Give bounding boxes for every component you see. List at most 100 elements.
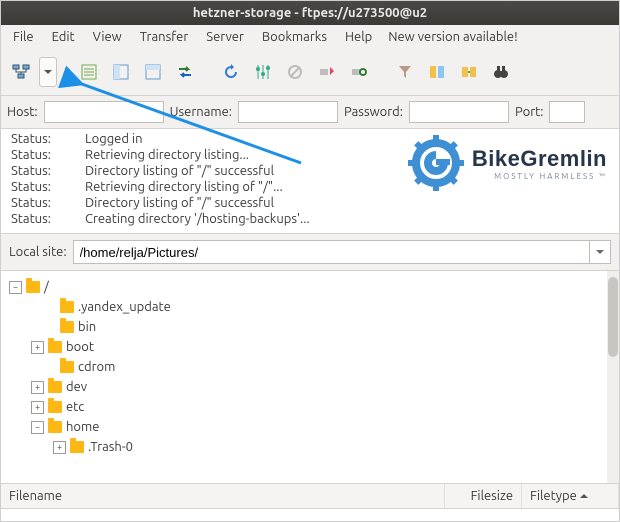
local-site-combo[interactable] — [73, 240, 611, 264]
tree-node[interactable]: dev — [66, 377, 87, 397]
tree-node[interactable]: .Trash-0 — [88, 437, 133, 457]
log-label: Status: — [11, 179, 85, 195]
expand-toggle[interactable]: − — [9, 281, 22, 294]
log-label: Status: — [11, 163, 85, 179]
tree-node[interactable]: .yandex_update — [78, 297, 171, 317]
expand-toggle[interactable]: + — [31, 401, 44, 414]
disconnect-icon — [318, 63, 336, 81]
tree-node[interactable]: cdrom — [78, 357, 115, 377]
port-label: Port: — [515, 105, 543, 119]
site-manager-button[interactable] — [7, 58, 35, 86]
folder-icon — [60, 321, 74, 333]
expand-toggle[interactable]: + — [31, 381, 44, 394]
local-site-bar: Local site: — [1, 234, 619, 270]
toggle-remote-tree-button[interactable] — [139, 58, 167, 86]
folder-icon — [70, 441, 84, 453]
scrollbar-thumb[interactable] — [608, 277, 618, 357]
folder-icon — [60, 361, 74, 373]
toggle-queue-button[interactable] — [171, 58, 199, 86]
menu-edit[interactable]: Edit — [44, 28, 83, 46]
sync-browse-button[interactable] — [455, 58, 483, 86]
directory-compare-button[interactable] — [423, 58, 451, 86]
host-input[interactable] — [44, 101, 164, 123]
title-bar: hetzner-storage - ftpes://u273500@u2 — [1, 1, 619, 25]
username-input[interactable] — [238, 101, 338, 123]
toggle-log-button[interactable] — [75, 58, 103, 86]
expand-spacer — [45, 362, 56, 373]
menu-file[interactable]: File — [5, 28, 42, 46]
column-filetype[interactable]: Filetype — [522, 484, 619, 508]
log-line: Directory listing of "/" successful — [85, 195, 274, 211]
window-title: hetzner-storage - ftpes://u273500@u2 — [193, 6, 427, 20]
brand-watermark: BikeGremlin MOSTLY HARMLESS ™ — [408, 135, 607, 191]
reconnect-button[interactable] — [345, 58, 373, 86]
menu-bookmarks[interactable]: Bookmarks — [254, 28, 335, 46]
port-input[interactable] — [549, 101, 585, 123]
refresh-icon — [222, 63, 240, 81]
menu-view[interactable]: View — [85, 28, 130, 46]
log-label: Status: — [11, 195, 85, 211]
tree-node[interactable]: bin — [78, 317, 96, 337]
log-line: Directory listing of "/" successful — [85, 163, 274, 179]
tree-scrollbar[interactable] — [607, 271, 619, 483]
menu-server[interactable]: Server — [198, 28, 252, 46]
compare-icon — [428, 63, 446, 81]
brand-tagline: MOSTLY HARMLESS ™ — [472, 172, 607, 181]
new-version-notice[interactable]: New version available! — [388, 30, 517, 44]
reconnect-icon — [350, 63, 368, 81]
toggle-local-tree-button[interactable] — [107, 58, 135, 86]
process-queue-button[interactable] — [249, 58, 277, 86]
column-filetype-label: Filetype — [530, 489, 577, 503]
filelist-row[interactable] — [1, 509, 619, 522]
folder-icon — [48, 421, 62, 433]
folder-icon — [48, 341, 62, 353]
filelist-header: Filename Filesize Filetype — [1, 484, 619, 509]
password-input[interactable] — [409, 101, 509, 123]
filter-button[interactable] — [391, 58, 419, 86]
menu-bar: File Edit View Transfer Server Bookmarks… — [1, 25, 619, 49]
refresh-button[interactable] — [217, 58, 245, 86]
log-label: Status: — [11, 147, 85, 163]
folder-icon — [48, 381, 62, 393]
tree-node-root[interactable]: / — [44, 277, 49, 297]
log-line: Retrieving directory listing of "/"... — [85, 179, 283, 195]
tree-node[interactable]: etc — [66, 397, 84, 417]
sort-asc-icon — [580, 492, 588, 500]
expand-toggle[interactable]: − — [31, 421, 44, 434]
brand-name: BikeGremlin — [472, 146, 607, 172]
password-label: Password: — [344, 105, 403, 119]
local-directory-tree[interactable]: − / .yandex_update bin +boot cdrom +dev … — [1, 270, 619, 484]
chevron-down-icon — [596, 248, 604, 256]
expand-toggle[interactable]: + — [53, 441, 66, 454]
log-line: Creating directory '/hosting-backups'... — [85, 211, 310, 227]
cancel-icon — [286, 63, 304, 81]
local-site-label: Local site: — [9, 245, 67, 259]
tree-node[interactable]: home — [66, 417, 99, 437]
username-label: Username: — [170, 105, 232, 119]
log-label: Status: — [11, 211, 85, 227]
local-site-input[interactable] — [74, 241, 589, 263]
menu-transfer[interactable]: Transfer — [132, 28, 197, 46]
expand-toggle[interactable]: + — [31, 341, 44, 354]
panel-icon — [80, 63, 98, 81]
expand-spacer — [45, 322, 56, 333]
sliders-icon — [254, 63, 272, 81]
disconnect-button[interactable] — [313, 58, 341, 86]
menu-help[interactable]: Help — [337, 28, 380, 46]
chevron-down-icon — [44, 68, 52, 76]
server-icon — [12, 63, 30, 81]
log-line: Logged in — [85, 131, 143, 147]
column-filesize[interactable]: Filesize — [445, 484, 522, 508]
tree-node[interactable]: boot — [66, 337, 94, 357]
site-manager-dropdown[interactable] — [39, 57, 57, 87]
message-log: Status:Logged in Status:Retrieving direc… — [1, 128, 619, 234]
quickconnect-bar: Host: Username: Password: Port: — [1, 96, 619, 128]
column-filename[interactable]: Filename — [1, 484, 445, 508]
log-line: Retrieving directory listing... — [85, 147, 249, 163]
binoculars-icon — [492, 63, 510, 81]
combo-caret[interactable] — [589, 241, 610, 263]
cancel-button[interactable] — [281, 58, 309, 86]
expand-spacer — [45, 302, 56, 313]
toolbar — [1, 49, 619, 96]
search-button[interactable] — [487, 58, 515, 86]
